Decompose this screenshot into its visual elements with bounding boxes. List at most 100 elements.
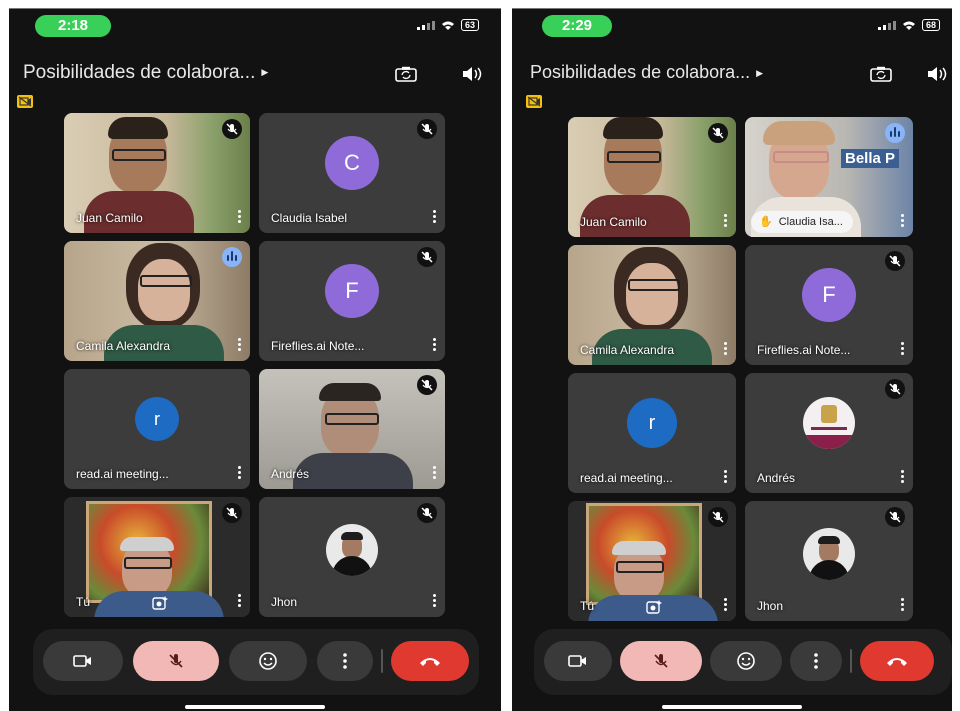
participant-avatar <box>803 527 855 580</box>
more-vert-icon <box>343 653 347 669</box>
more-vert-icon[interactable] <box>724 214 728 229</box>
participant-tile-self[interactable]: Tú <box>568 501 736 621</box>
hang-up-button[interactable] <box>860 641 934 681</box>
participant-tile-read-ai[interactable]: r read.ai meeting... <box>64 369 250 489</box>
participant-avatar: r <box>627 398 677 449</box>
wifi-icon <box>902 21 915 30</box>
more-vert-icon[interactable] <box>901 598 905 613</box>
reactions-button[interactable] <box>229 641 307 681</box>
participant-tile-juan-camilo[interactable]: Juan Camilo <box>568 117 736 237</box>
mic-off-icon <box>417 375 437 395</box>
more-vert-icon[interactable] <box>724 342 728 357</box>
mic-off-icon <box>417 503 437 523</box>
participant-tile-camila-alexandra[interactable]: Camila Alexandra <box>64 241 250 361</box>
participant-avatar: F <box>325 264 379 319</box>
participant-name: Fireflies.ai Note... <box>757 343 851 357</box>
background-sign: Bella P <box>841 149 900 168</box>
wifi-icon <box>441 21 454 30</box>
more-vert-icon[interactable] <box>724 470 728 485</box>
chevron-right-icon: ▶ <box>261 67 269 78</box>
participant-tile-self[interactable]: Tú <box>64 497 250 617</box>
more-vert-icon[interactable] <box>238 210 242 225</box>
hang-up-icon <box>420 658 440 666</box>
home-indicator[interactable] <box>662 705 802 709</box>
mic-off-icon <box>417 119 437 139</box>
participant-name: Camila Alexandra <box>76 339 171 353</box>
participant-tile-andres[interactable]: Andrés <box>259 369 445 489</box>
more-vert-icon[interactable] <box>433 594 437 609</box>
participant-tile-fireflies[interactable]: F Fireflies.ai Note... <box>745 245 913 365</box>
more-vert-icon[interactable] <box>433 210 437 225</box>
call-controls <box>33 629 479 695</box>
divider <box>381 649 383 673</box>
camera-toggle-button[interactable] <box>43 641 123 681</box>
signal-icon <box>877 20 896 30</box>
participant-tile-andres[interactable]: Andrés <box>745 373 913 493</box>
meeting-title[interactable]: Posibilidades de colabora... ▶ <box>530 62 763 83</box>
participant-tile-jhon[interactable]: Jhon <box>745 501 913 621</box>
status-bar: 68 <box>877 19 940 31</box>
more-vert-icon[interactable] <box>238 466 242 481</box>
camera-icon <box>568 655 586 667</box>
participant-avatar: r <box>135 397 179 442</box>
more-vert-icon[interactable] <box>238 338 242 353</box>
mic-toggle-button[interactable] <box>620 641 702 681</box>
participant-name: Jhon <box>757 599 784 613</box>
raised-hand-chip: ✋ Claudia Isa... <box>751 211 853 233</box>
battery-icon: 68 <box>921 19 940 31</box>
mic-off-icon <box>708 123 728 143</box>
more-vert-icon[interactable] <box>433 338 437 353</box>
mic-off-icon <box>222 119 242 139</box>
participant-name: Juan Camilo <box>580 215 647 229</box>
reactions-button[interactable] <box>710 641 782 681</box>
participant-name: Tú <box>580 599 595 613</box>
signal-icon <box>416 20 435 30</box>
mic-off-icon <box>417 247 437 267</box>
hang-up-icon <box>887 658 907 666</box>
more-vert-icon[interactable] <box>901 470 905 485</box>
more-vert-icon[interactable] <box>724 598 728 613</box>
mic-off-icon <box>885 251 905 271</box>
participant-name: Juan Camilo <box>76 211 143 225</box>
participant-name: Andrés <box>271 467 310 481</box>
participant-tile-fireflies[interactable]: F Fireflies.ai Note... <box>259 241 445 361</box>
camera-icon <box>73 655 91 667</box>
more-options-button[interactable] <box>317 641 373 681</box>
participant-tile-read-ai[interactable]: r read.ai meeting... <box>568 373 736 493</box>
switch-camera-icon[interactable] <box>395 66 417 82</box>
home-indicator[interactable] <box>185 705 325 709</box>
meeting-title[interactable]: Posibilidades de colabora... ▶ <box>23 62 268 84</box>
camera-toggle-button[interactable] <box>544 641 612 681</box>
raised-hand-icon: ✋ <box>759 216 773 228</box>
mic-off-icon <box>885 379 905 399</box>
mic-off-icon <box>222 503 242 523</box>
participant-name: Claudia Isabel <box>271 211 348 225</box>
more-vert-icon[interactable] <box>901 214 905 229</box>
participant-tile-claudia-isabel[interactable]: Bella P ✋ Claudia Isa... <box>745 117 913 237</box>
participant-name: Jhon <box>271 595 298 609</box>
participant-avatar: C <box>325 136 379 191</box>
more-options-button[interactable] <box>790 641 842 681</box>
more-vert-icon[interactable] <box>901 342 905 357</box>
participant-tile-camila-alexandra[interactable]: Camila Alexandra <box>568 245 736 365</box>
participant-tile-juan-camilo[interactable]: Juan Camilo <box>64 113 250 233</box>
mic-toggle-button[interactable] <box>133 641 219 681</box>
participant-tile-claudia-isabel[interactable]: C Claudia Isabel <box>259 113 445 233</box>
speaker-icon[interactable] <box>461 66 483 82</box>
participant-tile-jhon[interactable]: Jhon <box>259 497 445 617</box>
switch-camera-icon[interactable] <box>870 66 892 82</box>
participant-name: Andrés <box>757 471 796 485</box>
effects-icon[interactable] <box>152 595 168 611</box>
more-vert-icon[interactable] <box>433 466 437 481</box>
participant-name: Camila Alexandra <box>580 343 675 357</box>
battery-icon: 63 <box>460 19 479 31</box>
more-vert-icon[interactable] <box>238 594 242 609</box>
effects-icon[interactable] <box>646 599 662 615</box>
speaking-indicator-icon <box>222 247 242 267</box>
emoji-icon <box>259 652 277 670</box>
speaker-icon[interactable] <box>926 66 948 82</box>
speaking-indicator-icon <box>885 123 905 143</box>
organization-logo-avatar <box>803 397 855 450</box>
mic-off-icon <box>654 654 668 668</box>
hang-up-button[interactable] <box>391 641 469 681</box>
